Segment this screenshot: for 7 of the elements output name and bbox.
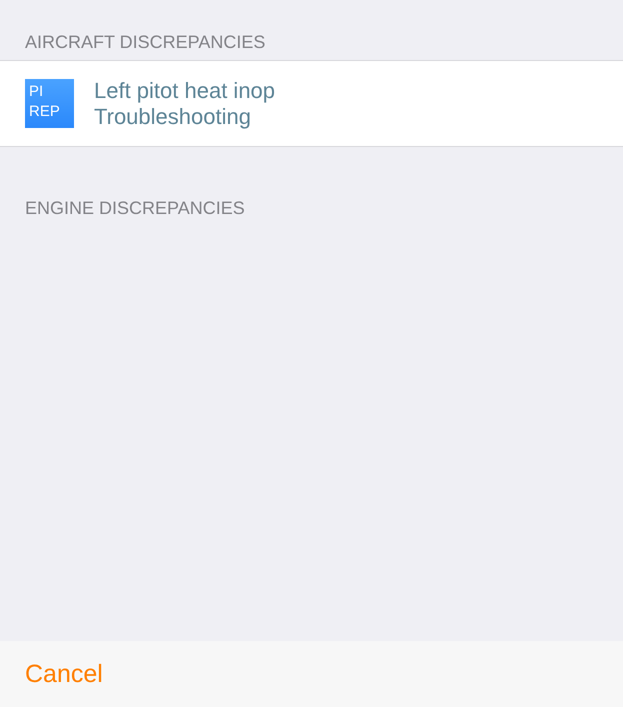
item-subtitle: Troubleshooting bbox=[94, 104, 251, 130]
cancel-button[interactable]: Cancel bbox=[25, 660, 103, 688]
list-item[interactable]: PI REP Left pitot heat inop Troubleshooting bbox=[0, 61, 623, 146]
section-header: AIRCRAFT DISCREPANCIES bbox=[24, 31, 266, 54]
section-header: ENGINE DISCREPANCIES bbox=[24, 198, 246, 219]
report-badge: PI REP bbox=[25, 79, 74, 128]
item-title: Left pitot heat inop bbox=[94, 78, 276, 104]
